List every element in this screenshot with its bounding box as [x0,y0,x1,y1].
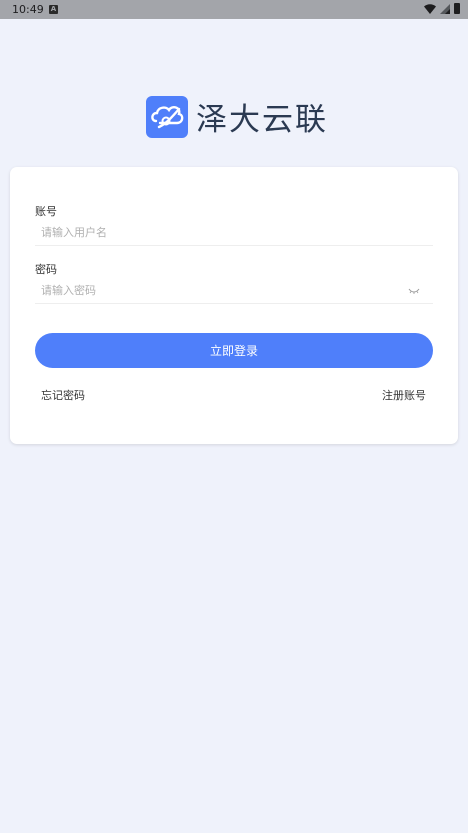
password-input[interactable] [35,278,433,304]
signal-icon [440,3,450,14]
cloud-link-logo-icon [146,95,188,138]
username-input[interactable] [35,220,433,246]
login-card: 账号 密码 立即登录 忘记密码 注册账号 [10,167,458,444]
forgot-password-link[interactable]: 忘记密码 [41,387,85,403]
eye-closed-icon[interactable] [408,288,420,294]
status-icons [424,3,460,14]
status-time: 10:49 [12,3,44,16]
status-bar: 10:49 A [0,0,468,19]
account-label: 账号 [35,205,57,218]
battery-icon [454,3,460,14]
register-link[interactable]: 注册账号 [382,387,426,403]
brand-header: 泽大云联 [146,94,328,139]
a-notification-icon: A [49,5,58,14]
password-label: 密码 [35,263,57,276]
brand-name: 泽大云联 [196,102,328,138]
wifi-icon [424,3,436,14]
login-button[interactable]: 立即登录 [35,333,433,368]
